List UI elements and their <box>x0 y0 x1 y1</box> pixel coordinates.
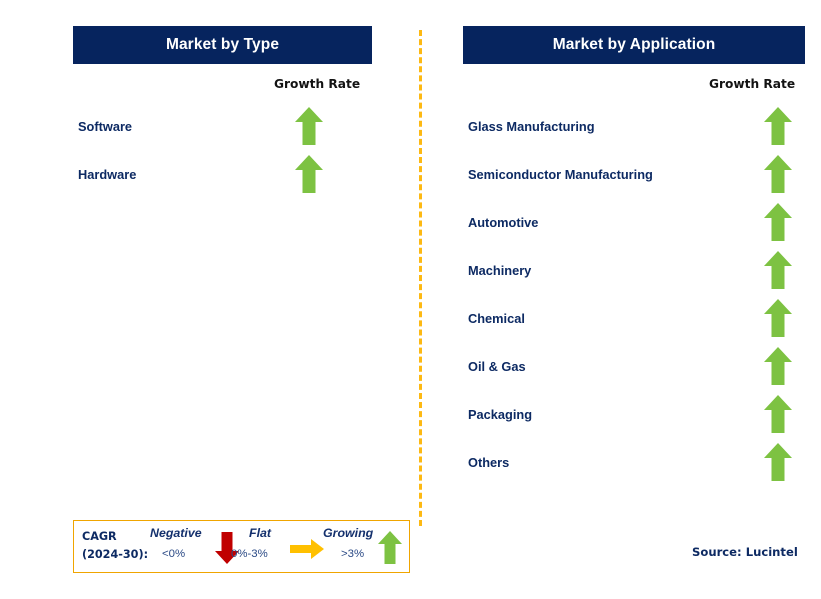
legend-item-title: Flat <box>249 526 272 540</box>
legend-item-range: >3% <box>341 548 365 560</box>
row-label: Semiconductor Manufacturing <box>468 166 653 182</box>
legend-cagr-line1: CAGR <box>82 530 117 543</box>
row-label: Packaging <box>468 406 533 422</box>
table-row: Machinery <box>468 246 792 294</box>
panel-title-market-by-application: Market by Application <box>463 26 805 64</box>
row-label: Hardware <box>78 166 137 182</box>
arrow-up-icon <box>763 106 793 146</box>
arrow-up-icon <box>763 298 793 338</box>
table-row: Software <box>78 102 338 150</box>
panel-market-by-application: Market by Application Growth Rate Glass … <box>420 0 821 599</box>
arrow-right-icon <box>289 538 325 565</box>
arrow-up-icon <box>294 106 324 146</box>
growth-rate-column-header: Growth Rate <box>274 77 361 91</box>
source-note: Source: Lucintel <box>692 545 798 559</box>
arrow-up-icon <box>294 154 324 194</box>
legend-item-title: Negative <box>150 526 202 540</box>
table-row: Oil & Gas <box>468 342 792 390</box>
arrow-up-icon <box>763 394 793 434</box>
legend-item-range: <0% <box>162 548 186 560</box>
table-row: Semiconductor Manufacturing <box>468 150 792 198</box>
row-label: Automotive <box>468 214 539 230</box>
table-row: Packaging <box>468 390 792 438</box>
arrow-up-icon <box>763 250 793 290</box>
arrow-up-icon <box>763 442 793 482</box>
arrow-up-icon <box>763 154 793 194</box>
table-row: Others <box>468 438 792 486</box>
table-row: Hardware <box>78 150 338 198</box>
arrow-up-icon <box>763 346 793 386</box>
row-label: Chemical <box>468 310 525 326</box>
panel-title-market-by-type: Market by Type <box>73 26 372 64</box>
legend-cagr-line2: (2024-30): <box>82 548 149 561</box>
row-label: Software <box>78 118 133 134</box>
row-label: Glass Manufacturing <box>468 118 595 134</box>
arrow-up-icon <box>377 530 403 570</box>
row-label: Oil & Gas <box>468 358 526 374</box>
cagr-legend: CAGR (2024-30): Negative <0% Flat 0%-3% … <box>73 520 410 573</box>
legend-item-title: Growing <box>323 526 374 540</box>
row-label: Machinery <box>468 262 532 278</box>
legend-cagr-label: CAGR (2024-30): <box>82 528 148 564</box>
panel-market-by-type: Market by Type Growth Rate Software Hard… <box>0 0 420 599</box>
table-row: Glass Manufacturing <box>468 102 792 150</box>
arrow-up-icon <box>763 202 793 242</box>
growth-rate-column-header: Growth Rate <box>709 77 796 91</box>
row-label: Others <box>468 454 510 470</box>
legend-item-range: 0%-3% <box>231 548 268 560</box>
table-row: Automotive <box>468 198 792 246</box>
table-row: Chemical <box>468 294 792 342</box>
